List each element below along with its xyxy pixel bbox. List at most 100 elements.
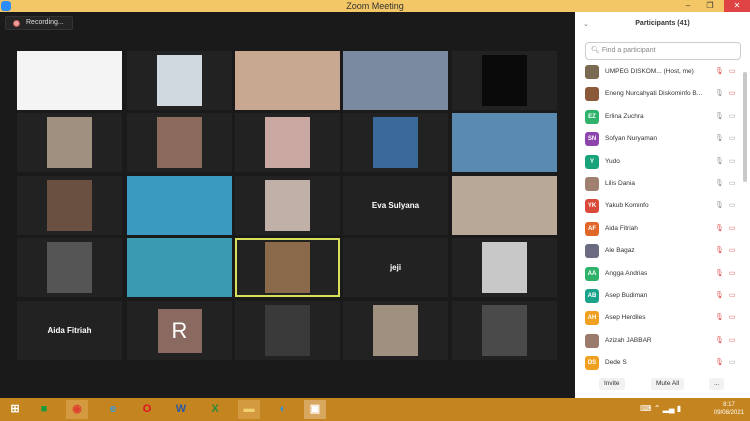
video-tile[interactable] [452, 301, 557, 360]
video-tile[interactable] [17, 51, 122, 110]
participant-row[interactable]: UMPEG DISKOM... (Host, me) 🎙︎ ▭ [583, 62, 743, 82]
windows-start-icon[interactable]: ⊞ [4, 400, 26, 419]
video-tile[interactable] [235, 113, 340, 172]
participant-name: jeji [389, 263, 402, 272]
participant-row[interactable]: AB Asep Budiman 🎙︎ ▭ [583, 286, 743, 306]
video-tile[interactable] [343, 51, 448, 110]
mic-icon[interactable]: 🎙︎ [715, 201, 724, 209]
mic-muted-icon[interactable]: 🎙︎ [715, 358, 724, 366]
invite-button[interactable]: Invite [599, 378, 625, 390]
clock[interactable]: 8:17 09/08/2021 [714, 401, 744, 417]
video-off-icon[interactable]: ▭ [729, 89, 736, 97]
video-tile[interactable]: Aida Fitriah [17, 301, 122, 360]
video-tile[interactable] [235, 51, 340, 110]
participant-row[interactable]: Y Yudo 🎙︎ ▭ [583, 152, 743, 172]
mic-muted-icon[interactable]: 🎙︎ [715, 67, 724, 75]
internet-explorer-icon[interactable]: e [102, 400, 124, 419]
opera-icon[interactable]: O [136, 400, 158, 419]
video-icon[interactable]: ▭ [729, 112, 736, 120]
recording-indicator[interactable]: Recording... [5, 16, 73, 30]
file-explorer-icon[interactable]: ▬ [238, 400, 260, 419]
participant-name: Eva Sulyana [371, 201, 420, 210]
mic-muted-icon[interactable]: 🎙︎ [715, 224, 724, 232]
participant-avatar [585, 177, 599, 191]
participant-row[interactable]: AA Angga Andrias 🎙︎ ▭ [583, 264, 743, 284]
video-feed [17, 51, 122, 110]
mic-icon[interactable]: 🎙︎ [715, 157, 724, 165]
participant-row[interactable]: Azizah JABBAR 🎙︎ ▭ [583, 331, 743, 351]
video-tile[interactable]: jeji [343, 238, 448, 297]
participant-row[interactable]: DS Dede S 🎙︎ ▭ [583, 353, 743, 373]
mic-muted-icon[interactable]: 🎙︎ [715, 291, 724, 299]
video-tile[interactable] [452, 238, 557, 297]
word-icon[interactable]: W [170, 400, 192, 419]
video-off-icon[interactable]: ▭ [729, 246, 736, 254]
mute-all-button[interactable]: Mute All [651, 378, 685, 390]
minimize-button[interactable]: – [678, 0, 698, 12]
store-icon[interactable]: ■ [33, 400, 55, 419]
video-off-icon[interactable]: ▭ [729, 269, 736, 277]
video-icon[interactable]: ▭ [729, 179, 736, 187]
edge-icon[interactable]: ◐ [272, 400, 294, 419]
scrollbar[interactable] [743, 72, 747, 182]
restore-button[interactable]: ❐ [700, 0, 720, 12]
video-icon[interactable]: ▭ [729, 358, 736, 366]
video-tile[interactable] [17, 176, 122, 235]
video-off-icon[interactable]: ▭ [729, 67, 736, 75]
video-tile[interactable] [235, 176, 340, 235]
video-feed [482, 242, 527, 293]
system-tray[interactable]: ⌨ ⌃ ▂▄ ▮ [640, 404, 681, 413]
video-tile[interactable] [17, 238, 122, 297]
video-off-icon[interactable]: ▭ [729, 224, 736, 232]
video-icon[interactable]: ▭ [729, 134, 736, 142]
mic-icon[interactable]: 🎙︎ [715, 89, 724, 97]
mic-icon[interactable]: 🎙︎ [715, 134, 724, 142]
video-off-icon[interactable]: ▭ [729, 291, 736, 299]
video-tile[interactable] [452, 51, 557, 110]
participant-row[interactable]: EZ Erlina Zuchra 🎙︎ ▭ [583, 107, 743, 127]
excel-icon[interactable]: X [204, 400, 226, 419]
chrome-icon[interactable]: ◉ [66, 400, 88, 419]
participant-row[interactable]: AF Aida Fitriah 🎙︎ ▭ [583, 219, 743, 239]
video-off-icon[interactable]: ▭ [729, 336, 736, 344]
participant-row[interactable]: SN Sofyan Nuryaman 🎙︎ ▭ [583, 129, 743, 149]
participant-avatar: SN [585, 132, 599, 147]
video-tile[interactable] [127, 238, 232, 297]
video-tile[interactable]: Eva Sulyana [343, 176, 448, 235]
video-icon[interactable]: ▭ [729, 157, 736, 165]
mic-icon[interactable]: 🎙︎ [715, 179, 724, 187]
video-tile[interactable]: R [127, 301, 232, 360]
video-feed [265, 305, 310, 356]
video-tile[interactable] [452, 176, 557, 235]
video-tile[interactable] [343, 301, 448, 360]
video-tile[interactable] [235, 301, 340, 360]
participant-row[interactable]: AH Asep Herdiles 🎙︎ ▭ [583, 308, 743, 328]
participant-avatar: AB [585, 289, 599, 303]
video-tile[interactable] [127, 176, 232, 235]
participant-avatar: AH [585, 311, 599, 326]
zoom-taskbar-icon[interactable]: ▣ [304, 400, 326, 419]
participant-row[interactable]: Eneng Nurcahyati Diskominfo B... 🎙︎ ▭ [583, 84, 743, 104]
video-off-icon[interactable]: ▭ [729, 313, 736, 321]
close-button[interactable]: ✕ [724, 0, 750, 12]
mic-muted-icon[interactable]: 🎙︎ [715, 336, 724, 344]
participant-row[interactable]: YK Yakub Kominfo 🎙︎ ▭ [583, 196, 743, 216]
more-button[interactable]: ... [709, 378, 725, 390]
participant-row[interactable]: Lilis Dania 🎙︎ ▭ [583, 174, 743, 194]
mic-icon[interactable]: 🎙︎ [715, 112, 724, 120]
video-tile[interactable] [343, 113, 448, 172]
video-tile[interactable] [235, 238, 340, 297]
mic-muted-icon[interactable]: 🎙︎ [715, 313, 724, 321]
video-feed [157, 55, 202, 106]
video-tile[interactable] [127, 51, 232, 110]
video-feed [482, 305, 527, 356]
participant-row[interactable]: Ale Bagaz 🎙︎ ▭ [583, 241, 743, 261]
mic-muted-icon[interactable]: 🎙︎ [715, 246, 724, 254]
participant-name: Asep Budiman [605, 292, 648, 299]
mic-muted-icon[interactable]: 🎙︎ [715, 269, 724, 277]
video-icon[interactable]: ▭ [729, 201, 736, 209]
video-tile[interactable] [127, 113, 232, 172]
video-tile[interactable] [17, 113, 122, 172]
video-tile[interactable] [452, 113, 557, 172]
participant-search-input[interactable]: 🔍︎ Find a participant [585, 42, 741, 60]
